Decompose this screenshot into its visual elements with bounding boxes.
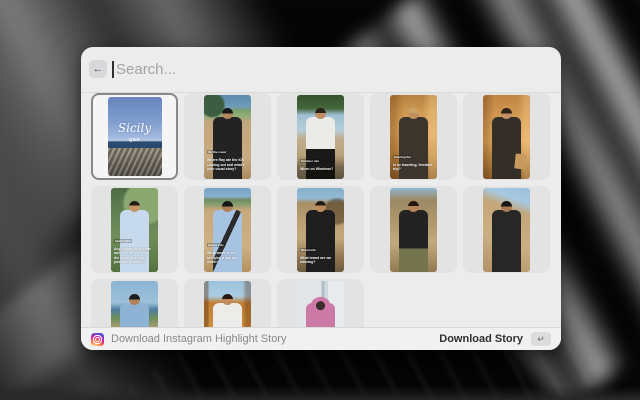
caption-text: What weather we bringing a day trip wort… bbox=[207, 251, 248, 264]
caption-text: Is he traveling, freedom trip? bbox=[393, 163, 434, 172]
story-cell-11[interactable] bbox=[91, 279, 178, 327]
story-12-thumbnail bbox=[204, 281, 251, 328]
story-4-thumbnail: Evening fun Is he traveling, freedom trip… bbox=[390, 95, 437, 179]
story-cell-10[interactable] bbox=[463, 186, 550, 273]
person-head bbox=[408, 108, 419, 119]
story-3-thumbnail: Summer mix When on Windows? bbox=[297, 95, 344, 179]
caption-text: What brand are we wearing? bbox=[300, 256, 341, 265]
caption-label: On the coast bbox=[207, 150, 227, 154]
instagram-icon bbox=[91, 333, 104, 346]
caption-label: Summer mix bbox=[300, 159, 320, 163]
story-cell-12[interactable] bbox=[184, 279, 271, 327]
story-grid: Sicily Q&A On the coast Where Ray ate the i… bbox=[91, 93, 550, 327]
person-head bbox=[315, 108, 326, 119]
story-13-thumbnail bbox=[297, 281, 344, 328]
action-bar: Download Instagram Highlight Story Downl… bbox=[81, 327, 561, 350]
person-torso bbox=[120, 303, 149, 328]
story-10-thumbnail bbox=[483, 188, 530, 272]
download-story-button[interactable]: Download Story bbox=[439, 333, 523, 345]
story-caption-overlay: Brand info What brand are we wearing? bbox=[300, 238, 341, 265]
story-cell-3[interactable]: Summer mix When on Windows? bbox=[277, 93, 364, 180]
caption-label: Brand info bbox=[300, 248, 317, 252]
person-head bbox=[311, 297, 330, 312]
story-cell-7[interactable]: Happy info What weather we bringing a day… bbox=[184, 186, 271, 273]
caption-text: When on Windows? bbox=[300, 167, 341, 171]
story-caption-overlay: Island Q&A Any update on private archives… bbox=[114, 229, 155, 265]
caption-text: Any update on private archives, photos a… bbox=[114, 247, 155, 265]
story-caption-overlay: On the coast Where Ray ate the iOS coming… bbox=[207, 140, 248, 171]
story-subtitle: Q&A bbox=[108, 137, 162, 142]
person-head bbox=[501, 201, 512, 212]
person-head bbox=[129, 294, 140, 305]
person-head bbox=[408, 201, 419, 212]
story-7-thumbnail: Happy info What weather we bringing a day… bbox=[204, 188, 251, 272]
person-head bbox=[129, 201, 140, 212]
story-8-thumbnail: Brand info What brand are we wearing? bbox=[297, 188, 344, 272]
story-caption-overlay: Evening fun Is he traveling, freedom trip… bbox=[393, 145, 434, 172]
back-button[interactable]: ← bbox=[89, 60, 107, 78]
story-sicily-thumbnail: Sicily Q&A bbox=[108, 97, 162, 176]
story-cell-13[interactable] bbox=[277, 279, 364, 327]
story-6-thumbnail: Island Q&A Any update on private archives… bbox=[111, 188, 158, 272]
text-cursor bbox=[112, 61, 114, 78]
person-torso bbox=[213, 303, 242, 328]
story-11-thumbnail bbox=[111, 281, 158, 328]
command-title: Download Instagram Highlight Story bbox=[111, 333, 286, 345]
person-head bbox=[222, 294, 233, 305]
enter-key-icon[interactable]: ↵ bbox=[531, 332, 551, 346]
caption-label: Evening fun bbox=[393, 155, 412, 159]
caption-text: Where Ray ate the iOS coming out and wha… bbox=[207, 158, 248, 171]
caption-label: Happy info bbox=[207, 243, 225, 247]
story-9-thumbnail bbox=[390, 188, 437, 272]
story-cell-9[interactable] bbox=[370, 186, 457, 273]
wallpaper-streak bbox=[0, 386, 640, 400]
held-object bbox=[514, 153, 527, 169]
person-head bbox=[501, 108, 512, 119]
launcher-window: ← Search... Sicily Q&A On the coast Where R… bbox=[81, 47, 561, 350]
story-cell-2[interactable]: On the coast Where Ray ate the iOS coming… bbox=[184, 93, 271, 180]
story-caption-overlay: Summer mix When on Windows? bbox=[300, 149, 341, 171]
story-cell-1[interactable]: Sicily Q&A bbox=[91, 93, 178, 180]
caption-label: Island Q&A bbox=[114, 239, 132, 243]
story-cell-8[interactable]: Brand info What brand are we wearing? bbox=[277, 186, 364, 273]
person-head bbox=[222, 108, 233, 119]
story-title: Sicily bbox=[108, 121, 162, 135]
person-head bbox=[222, 201, 233, 212]
story-cell-5[interactable] bbox=[463, 93, 550, 180]
search-input[interactable]: Search... bbox=[116, 47, 176, 92]
person-head bbox=[315, 201, 326, 212]
story-cell-4[interactable]: Evening fun Is he traveling, freedom trip… bbox=[370, 93, 457, 180]
person-torso bbox=[492, 117, 521, 179]
story-cell-6[interactable]: Island Q&A Any update on private archives… bbox=[91, 186, 178, 273]
person-torso bbox=[399, 210, 428, 272]
story-caption-overlay: Happy info What weather we bringing a day… bbox=[207, 233, 248, 264]
person-torso bbox=[492, 210, 521, 272]
story-5-thumbnail bbox=[483, 95, 530, 179]
arrow-left-icon: ← bbox=[93, 63, 104, 75]
story-2-thumbnail: On the coast Where Ray ate the iOS coming… bbox=[204, 95, 251, 179]
search-bar: ← Search... bbox=[81, 47, 561, 93]
